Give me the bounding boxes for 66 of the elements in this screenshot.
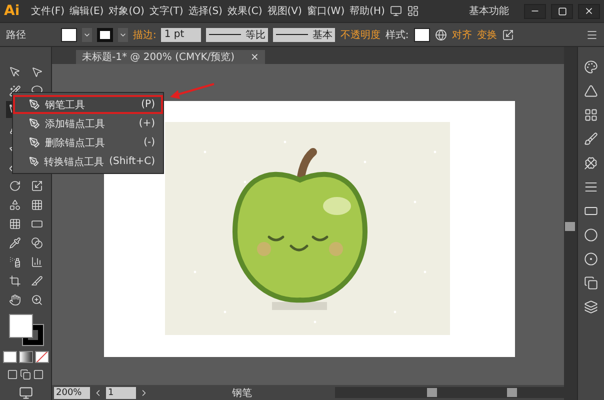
palette-icon[interactable] bbox=[584, 60, 598, 74]
document-tab[interactable]: 未标题-1* @ 200% (CMYK/预览) × bbox=[76, 50, 265, 64]
pen-icon bbox=[29, 156, 40, 167]
menu-item[interactable]: 视图(V) bbox=[267, 4, 302, 18]
flyout-menu-item[interactable]: 删除锚点工具 (-) bbox=[13, 133, 163, 152]
flyout-menu-item[interactable]: 转换锚点工具 (Shift+C) bbox=[13, 152, 163, 171]
stroke-weight-field[interactable]: 1 pt bbox=[161, 28, 202, 42]
selection-tool-icon[interactable] bbox=[8, 66, 20, 78]
maximize-button[interactable] bbox=[551, 4, 573, 18]
eyedropper-icon[interactable] bbox=[8, 236, 20, 248]
close-button[interactable] bbox=[578, 4, 600, 18]
menu-item[interactable]: 选择(S) bbox=[188, 4, 222, 18]
status-text: 钢笔 bbox=[231, 386, 253, 400]
fill-swatch[interactable] bbox=[61, 28, 77, 42]
menu-item[interactable]: 对象(O) bbox=[108, 4, 144, 18]
style-label: 样式: bbox=[385, 28, 409, 42]
swatches-icon[interactable] bbox=[584, 108, 598, 122]
horizontal-scrollbar[interactable] bbox=[335, 387, 564, 398]
zoom-tool-icon[interactable] bbox=[30, 294, 42, 306]
menu-item[interactable]: 帮助(H) bbox=[350, 4, 385, 18]
selection-type: 路径 bbox=[6, 28, 27, 42]
menu-item[interactable]: 效果(C) bbox=[227, 4, 262, 18]
align-link[interactable]: 对齐 bbox=[452, 28, 472, 42]
minimize-button[interactable] bbox=[524, 4, 546, 18]
fill-stroke-swatches[interactable] bbox=[8, 314, 42, 345]
hand-tool-icon[interactable] bbox=[8, 294, 20, 306]
gradient-mode-button[interactable] bbox=[18, 351, 32, 363]
style-swatch[interactable] bbox=[414, 28, 430, 42]
scale-tool-icon[interactable] bbox=[30, 180, 42, 192]
direct-selection-tool-icon[interactable] bbox=[30, 66, 42, 78]
vertical-scrollbar[interactable] bbox=[564, 47, 577, 400]
menu-item[interactable]: 文字(T) bbox=[149, 4, 184, 18]
artboard-tool-icon[interactable] bbox=[8, 274, 20, 286]
menu-item[interactable]: 文件(F) bbox=[31, 4, 65, 18]
annotation-arrow bbox=[168, 80, 216, 100]
brush-dropdown[interactable]: 基本 bbox=[273, 28, 336, 42]
layers-icon[interactable] bbox=[584, 300, 598, 314]
transform-link[interactable]: 变换 bbox=[476, 28, 497, 42]
blend-tool-icon[interactable] bbox=[30, 236, 42, 248]
opacity-link[interactable]: 不透明度 bbox=[340, 28, 380, 42]
profile-dropdown[interactable]: 等比 bbox=[206, 28, 268, 42]
stroke-link[interactable]: 描边: bbox=[133, 28, 156, 42]
pen-icon bbox=[29, 118, 40, 129]
magic-wand-icon[interactable] bbox=[8, 84, 20, 96]
workspace-switcher[interactable]: 基本功能 bbox=[469, 4, 509, 18]
page-field[interactable]: 1 bbox=[106, 386, 136, 398]
brushes-icon[interactable] bbox=[584, 132, 598, 146]
stroke-swatch[interactable] bbox=[97, 28, 113, 42]
mesh-tool-icon[interactable] bbox=[8, 218, 20, 230]
pen-icon bbox=[29, 137, 40, 148]
slice-tool-icon[interactable] bbox=[30, 274, 42, 286]
panel-menu-icon[interactable] bbox=[586, 28, 598, 40]
none-mode-button[interactable] bbox=[34, 351, 48, 363]
rotate-tool-icon[interactable] bbox=[8, 180, 20, 192]
graph-tool-icon[interactable] bbox=[30, 256, 42, 268]
menu-item[interactable]: 编辑(E) bbox=[70, 4, 104, 18]
app-logo: Ai bbox=[4, 3, 21, 19]
color-mode-button[interactable] bbox=[2, 351, 16, 363]
menu-item[interactable]: 窗口(W) bbox=[306, 4, 345, 18]
zoom-field[interactable]: 200% bbox=[54, 386, 90, 398]
maximize-icon bbox=[558, 6, 566, 16]
flyout-menu-item[interactable]: 钢笔工具 (P) bbox=[13, 95, 163, 114]
flyout-menu-item[interactable]: 添加锚点工具 (+) bbox=[13, 114, 163, 133]
pen-icon bbox=[29, 99, 40, 110]
tab-close-icon[interactable]: × bbox=[250, 52, 259, 62]
close-icon bbox=[584, 6, 594, 16]
